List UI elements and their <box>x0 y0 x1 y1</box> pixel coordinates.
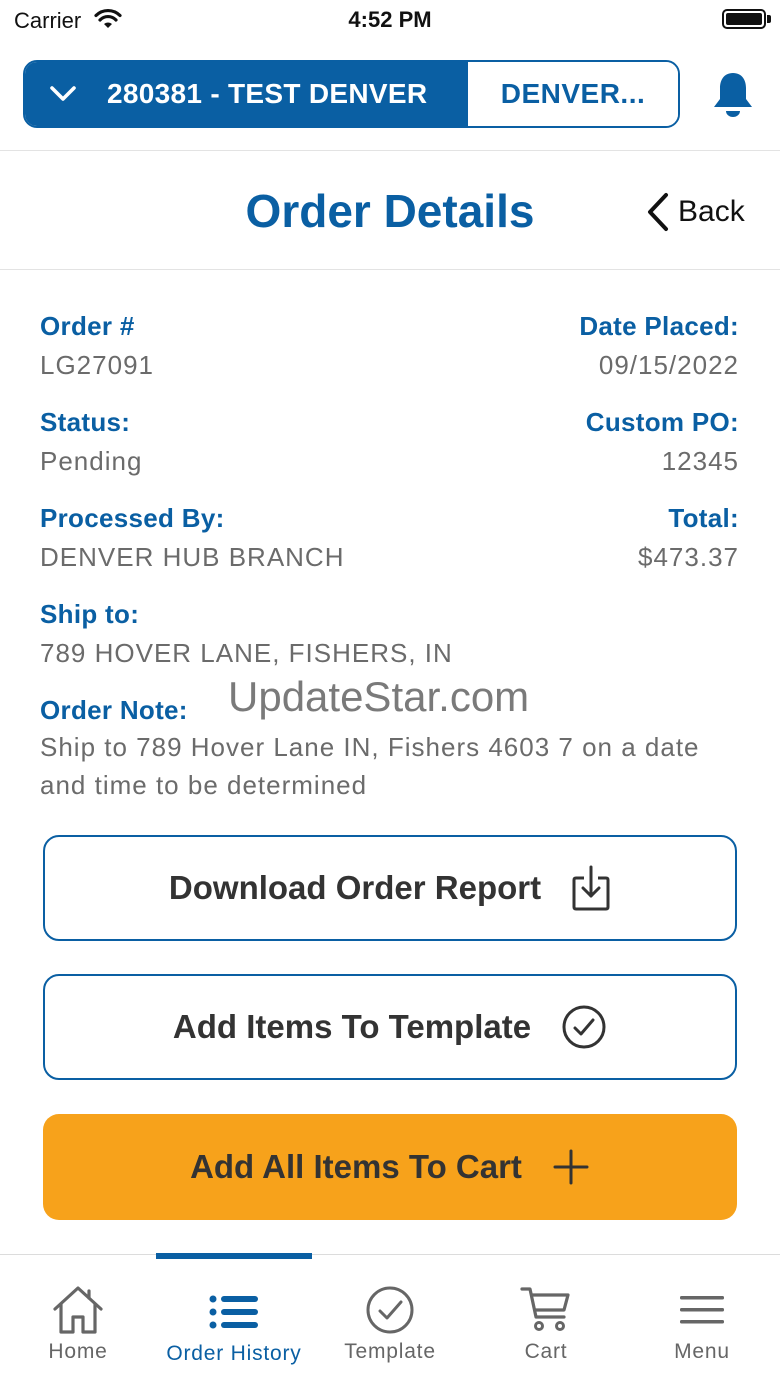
ship-to-label: Ship to: <box>40 599 140 629</box>
custom-po-field: Custom PO: 12345 <box>586 407 739 477</box>
date-placed-field: Date Placed: 09/15/2022 <box>579 311 739 381</box>
menu-icon <box>624 1295 780 1325</box>
chevron-down-icon <box>33 85 93 103</box>
order-number-field: Order # LG27091 <box>40 311 154 381</box>
back-button[interactable]: Back <box>646 192 745 232</box>
order-note-value: Ship to 789 Hover Lane IN, Fishers 4603 … <box>40 732 700 800</box>
add-all-to-cart-button[interactable]: Add All Items To Cart <box>43 1114 737 1220</box>
tab-home-label: Home <box>48 1340 108 1363</box>
total-value: $473.37 <box>638 542 739 572</box>
battery-icon <box>722 9 766 29</box>
total-field: Total: $473.37 <box>638 503 739 573</box>
account-dropdown[interactable]: 280381 - TEST DENVER <box>25 62 468 126</box>
bell-icon[interactable] <box>711 70 755 125</box>
tab-cart-label: Cart <box>524 1340 568 1363</box>
status-value: Pending <box>40 446 143 476</box>
branch-selector[interactable]: DENVER... <box>468 62 678 126</box>
date-placed-label: Date Placed: <box>579 311 739 341</box>
tab-template-label: Template <box>344 1340 436 1363</box>
ship-to-field: Ship to: 789 HOVER LANE, FISHERS, IN <box>40 599 453 669</box>
account-selector[interactable]: 280381 - TEST DENVER DENVER... <box>23 60 680 128</box>
add-to-template-label: Add Items To Template <box>172 1008 532 1045</box>
ship-to-value: 789 HOVER LANE, FISHERS, IN <box>40 638 453 668</box>
tab-menu-label: Menu <box>674 1340 730 1363</box>
tab-template[interactable]: Template <box>312 1255 468 1387</box>
order-number-label: Order # <box>40 311 135 341</box>
processed-by-field: Processed By: DENVER HUB BRANCH <box>40 503 345 573</box>
check-circle-icon <box>312 1285 468 1335</box>
add-to-template-button[interactable]: Add Items To Template <box>43 974 737 1080</box>
custom-po-label: Custom PO: <box>585 407 739 437</box>
status-field: Status: Pending <box>40 407 142 477</box>
status-label: Status: <box>40 407 131 437</box>
account-name: 280381 - TEST DENVER <box>107 78 428 109</box>
tab-menu[interactable]: Menu <box>624 1255 780 1387</box>
status-bar: Carrier 4:52 PM <box>0 0 780 42</box>
check-circle-icon <box>561 1004 607 1050</box>
total-label: Total: <box>668 503 739 533</box>
battery-nub <box>767 15 771 23</box>
download-report-button[interactable]: Download Order Report <box>43 835 737 941</box>
tab-order-history-label: Order History <box>166 1342 302 1365</box>
title-divider <box>0 269 780 270</box>
tab-cart[interactable]: Cart <box>468 1255 624 1387</box>
header-divider <box>0 150 780 151</box>
processed-by-label: Processed By: <box>40 503 225 533</box>
cart-icon <box>468 1285 624 1333</box>
custom-po-value: 12345 <box>661 446 739 476</box>
tab-bar: Home Order History Template Cart Menu <box>0 1253 780 1387</box>
chevron-left-icon <box>648 193 668 231</box>
order-number-value: LG27091 <box>40 350 154 380</box>
tab-home[interactable]: Home <box>0 1255 156 1387</box>
tab-order-history[interactable]: Order History <box>156 1255 312 1387</box>
back-label: Back <box>678 195 745 228</box>
date-placed-value: 09/15/2022 <box>598 350 739 380</box>
watermark: UpdateStar.com <box>228 673 530 720</box>
home-icon <box>0 1285 156 1335</box>
plus-icon <box>552 1148 590 1186</box>
list-icon <box>156 1295 312 1329</box>
download-icon <box>571 864 611 912</box>
download-report-label: Download Order Report <box>168 869 542 906</box>
processed-by-value: DENVER HUB BRANCH <box>40 542 345 572</box>
clock: 4:52 PM <box>348 7 432 32</box>
add-all-to-cart-label: Add All Items To Cart <box>190 1148 522 1185</box>
